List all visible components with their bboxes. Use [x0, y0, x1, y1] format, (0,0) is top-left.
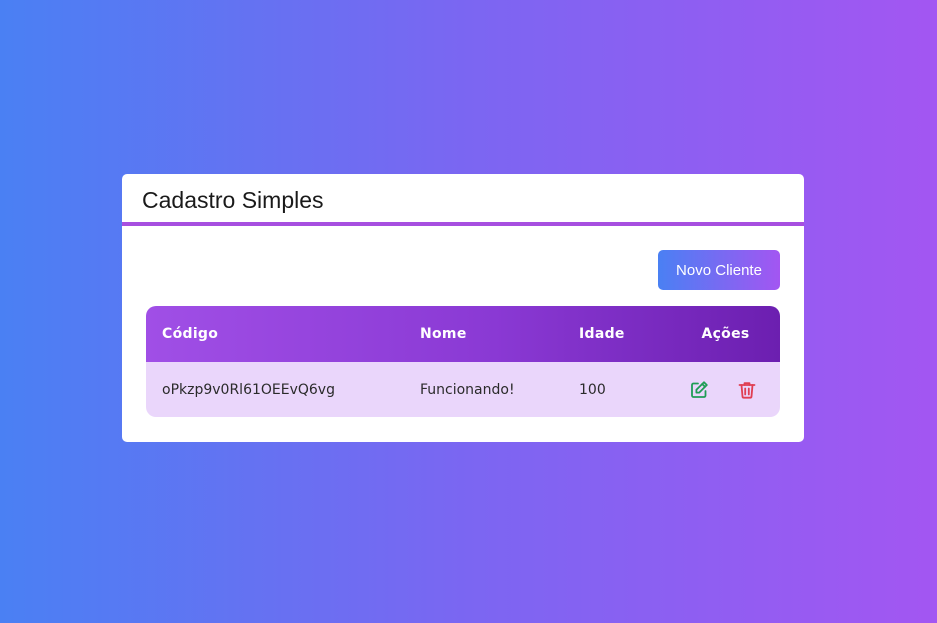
header-actions: Ações: [701, 326, 750, 342]
cell-name: Funcionando!: [420, 381, 515, 398]
cell-code: oPkzp9v0Rl61OEEvQ6vg: [162, 381, 335, 398]
trash-icon[interactable]: [737, 380, 757, 400]
edit-icon[interactable]: [689, 380, 709, 400]
new-client-button[interactable]: Novo Cliente: [658, 250, 780, 290]
clients-table: Código Nome Idade Ações oPkzp9v0Rl61OEEv…: [146, 306, 780, 417]
table-header-row: Código Nome Idade Ações: [146, 306, 780, 362]
card-header: Cadastro Simples: [122, 174, 804, 226]
header-name: Nome: [420, 326, 467, 342]
page-title: Cadastro Simples: [142, 187, 324, 213]
cell-actions: [671, 362, 780, 417]
header-age: Idade: [579, 326, 625, 342]
header-code: Código: [162, 326, 219, 342]
table-row: oPkzp9v0Rl61OEEvQ6vg Funcionando! 100: [146, 362, 780, 417]
cell-age: 100: [579, 381, 606, 398]
row-actions: [671, 380, 780, 400]
client-card: Cadastro Simples Novo Cliente Código Nom…: [122, 174, 804, 442]
